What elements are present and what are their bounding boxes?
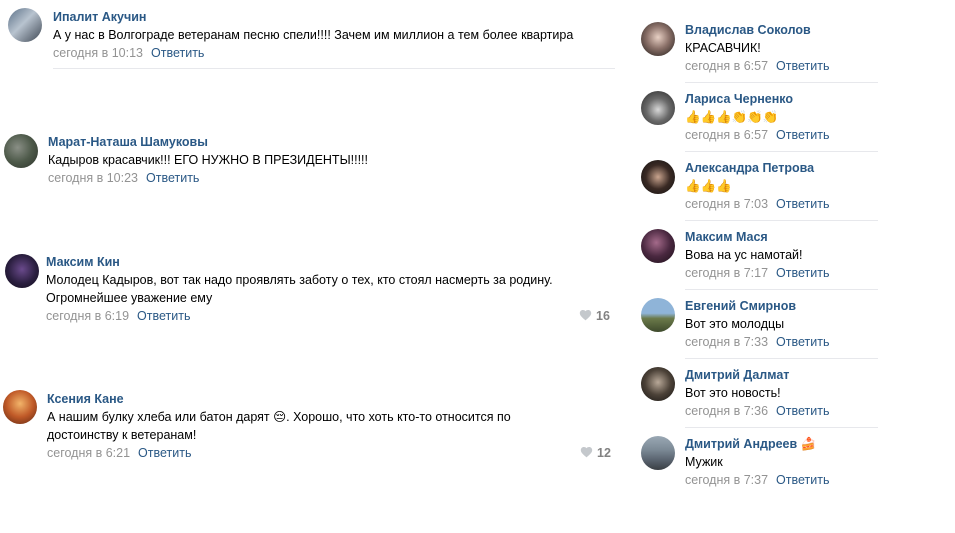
author-name[interactable]: Дмитрий Далмат xyxy=(685,368,789,382)
comment-item: Владислав Соколов КРАСАВЧИК! сегодня в 6… xyxy=(636,14,881,83)
reply-button[interactable]: Ответить xyxy=(776,335,829,349)
reply-button[interactable]: Ответить xyxy=(776,128,829,142)
comment-text: Молодец Кадыров, вот так надо проявлять … xyxy=(46,273,553,305)
author-name[interactable]: Лариса Черненко xyxy=(685,92,793,106)
avatar[interactable] xyxy=(641,160,675,194)
comment-time[interactable]: сегодня в 7:36 xyxy=(685,404,768,418)
comment-time[interactable]: сегодня в 6:21 xyxy=(47,446,130,460)
reply-button[interactable]: Ответить xyxy=(776,404,829,418)
reply-button[interactable]: Ответить xyxy=(146,171,199,185)
heart-icon xyxy=(580,447,593,458)
comment-text: А у нас в Волгограде ветеранам песню спе… xyxy=(53,28,574,42)
comment-time[interactable]: сегодня в 7:33 xyxy=(685,335,768,349)
avatar[interactable] xyxy=(641,91,675,125)
comment-item: Дмитрий Андреев 🍰 Мужик сегодня в 7:37 От… xyxy=(636,428,881,497)
author-name[interactable]: Владислав Соколов xyxy=(685,23,811,37)
comment-meta: сегодня в 10:13 Ответить xyxy=(53,46,204,60)
comment-text: Мужик xyxy=(685,455,723,469)
author-name[interactable]: Ксения Кане xyxy=(47,392,124,406)
author-name[interactable]: Марат-Наташа Шамуковы xyxy=(48,135,208,149)
avatar[interactable] xyxy=(641,367,675,401)
heart-icon xyxy=(579,310,592,321)
comment-meta: сегодня в 7:36 Ответить xyxy=(685,404,829,418)
comment-text: А нашим булку хлеба или батон дарят 😔. Х… xyxy=(47,410,511,442)
comment-meta: сегодня в 7:37 Ответить xyxy=(685,473,829,487)
comment-text: Кадыров красавчик!!! ЕГО НУЖНО В ПРЕЗИДЕ… xyxy=(48,153,368,167)
comment-text: Вот это молодцы xyxy=(685,317,785,331)
comment-item: Ксения Кане А нашим булку хлеба или бато… xyxy=(0,382,620,472)
comment-text: Вова на ус намотай! xyxy=(685,248,803,262)
comment-time[interactable]: сегодня в 10:13 xyxy=(53,46,143,60)
avatar[interactable] xyxy=(641,298,675,332)
author-name[interactable]: Дмитрий Андреев 🍰 xyxy=(685,437,816,452)
avatar[interactable] xyxy=(641,22,675,56)
like-count: 16 xyxy=(596,309,610,323)
author-name[interactable]: Ипалит Акучин xyxy=(53,10,146,24)
comment-time[interactable]: сегодня в 6:19 xyxy=(46,309,129,323)
comment-text: 👍👍👍👏👏👏 xyxy=(685,109,779,124)
comment-text: КРАСАВЧИК! xyxy=(685,41,761,55)
avatar[interactable] xyxy=(641,229,675,263)
comment-meta: сегодня в 7:03 Ответить xyxy=(685,197,829,211)
reply-button[interactable]: Ответить xyxy=(776,197,829,211)
reply-button[interactable]: Ответить xyxy=(151,46,204,60)
avatar[interactable] xyxy=(8,8,42,42)
comment-meta: сегодня в 6:57 Ответить xyxy=(685,59,829,73)
author-name[interactable]: Максим Кин xyxy=(46,255,120,269)
comment-item: Лариса Черненко 👍👍👍👏👏👏 сегодня в 6:57 Отв… xyxy=(636,83,881,152)
comment-time[interactable]: сегодня в 7:03 xyxy=(685,197,768,211)
comment-time[interactable]: сегодня в 6:57 xyxy=(685,59,768,73)
comment-meta: сегодня в 10:23 Ответить xyxy=(48,171,199,185)
like-count: 12 xyxy=(597,446,611,460)
divider xyxy=(53,68,615,69)
comment-item: Максим Кин Молодец Кадыров, вот так надо… xyxy=(0,245,620,335)
comment-meta: сегодня в 7:33 Ответить xyxy=(685,335,829,349)
avatar[interactable] xyxy=(4,134,38,168)
comment-meta: сегодня в 6:19 Ответить xyxy=(46,309,190,323)
comment-item: Марат-Наташа Шамуковы Кадыров красавчик!… xyxy=(0,125,620,195)
reply-button[interactable]: Ответить xyxy=(138,446,191,460)
avatar[interactable] xyxy=(3,390,37,424)
author-name[interactable]: Максим Мася xyxy=(685,230,768,244)
reply-button[interactable]: Ответить xyxy=(776,59,829,73)
comment-text: Вот это новость! xyxy=(685,386,781,400)
reply-button[interactable]: Ответить xyxy=(137,309,190,323)
like-button[interactable]: 16 xyxy=(579,309,610,323)
comment-time[interactable]: сегодня в 6:57 xyxy=(685,128,768,142)
comment-text: 👍👍👍 xyxy=(685,178,732,193)
reply-button[interactable]: Ответить xyxy=(776,266,829,280)
comment-time[interactable]: сегодня в 7:37 xyxy=(685,473,768,487)
comment-meta: сегодня в 6:57 Ответить xyxy=(685,128,829,142)
comment-item: Евгений Смирнов Вот это молодцы сегодня … xyxy=(636,290,881,359)
comment-item: Александра Петрова 👍👍👍 сегодня в 7:03 Отв… xyxy=(636,152,881,221)
comment-item: Максим Мася Вова на ус намотай! сегодня … xyxy=(636,221,881,290)
comment-meta: сегодня в 7:17 Ответить xyxy=(685,266,829,280)
avatar[interactable] xyxy=(5,254,39,288)
comment-time[interactable]: сегодня в 7:17 xyxy=(685,266,768,280)
author-name[interactable]: Александра Петрова xyxy=(685,161,814,175)
avatar[interactable] xyxy=(641,436,675,470)
comment-time[interactable]: сегодня в 10:23 xyxy=(48,171,138,185)
comment-item: Дмитрий Далмат Вот это новость! сегодня … xyxy=(636,359,881,428)
comment-item: Ипалит Акучин А у нас в Волгограде ветер… xyxy=(0,0,620,70)
author-name[interactable]: Евгений Смирнов xyxy=(685,299,796,313)
comment-meta: сегодня в 6:21 Ответить xyxy=(47,446,191,460)
reply-button[interactable]: Ответить xyxy=(776,473,829,487)
like-button[interactable]: 12 xyxy=(580,446,611,460)
